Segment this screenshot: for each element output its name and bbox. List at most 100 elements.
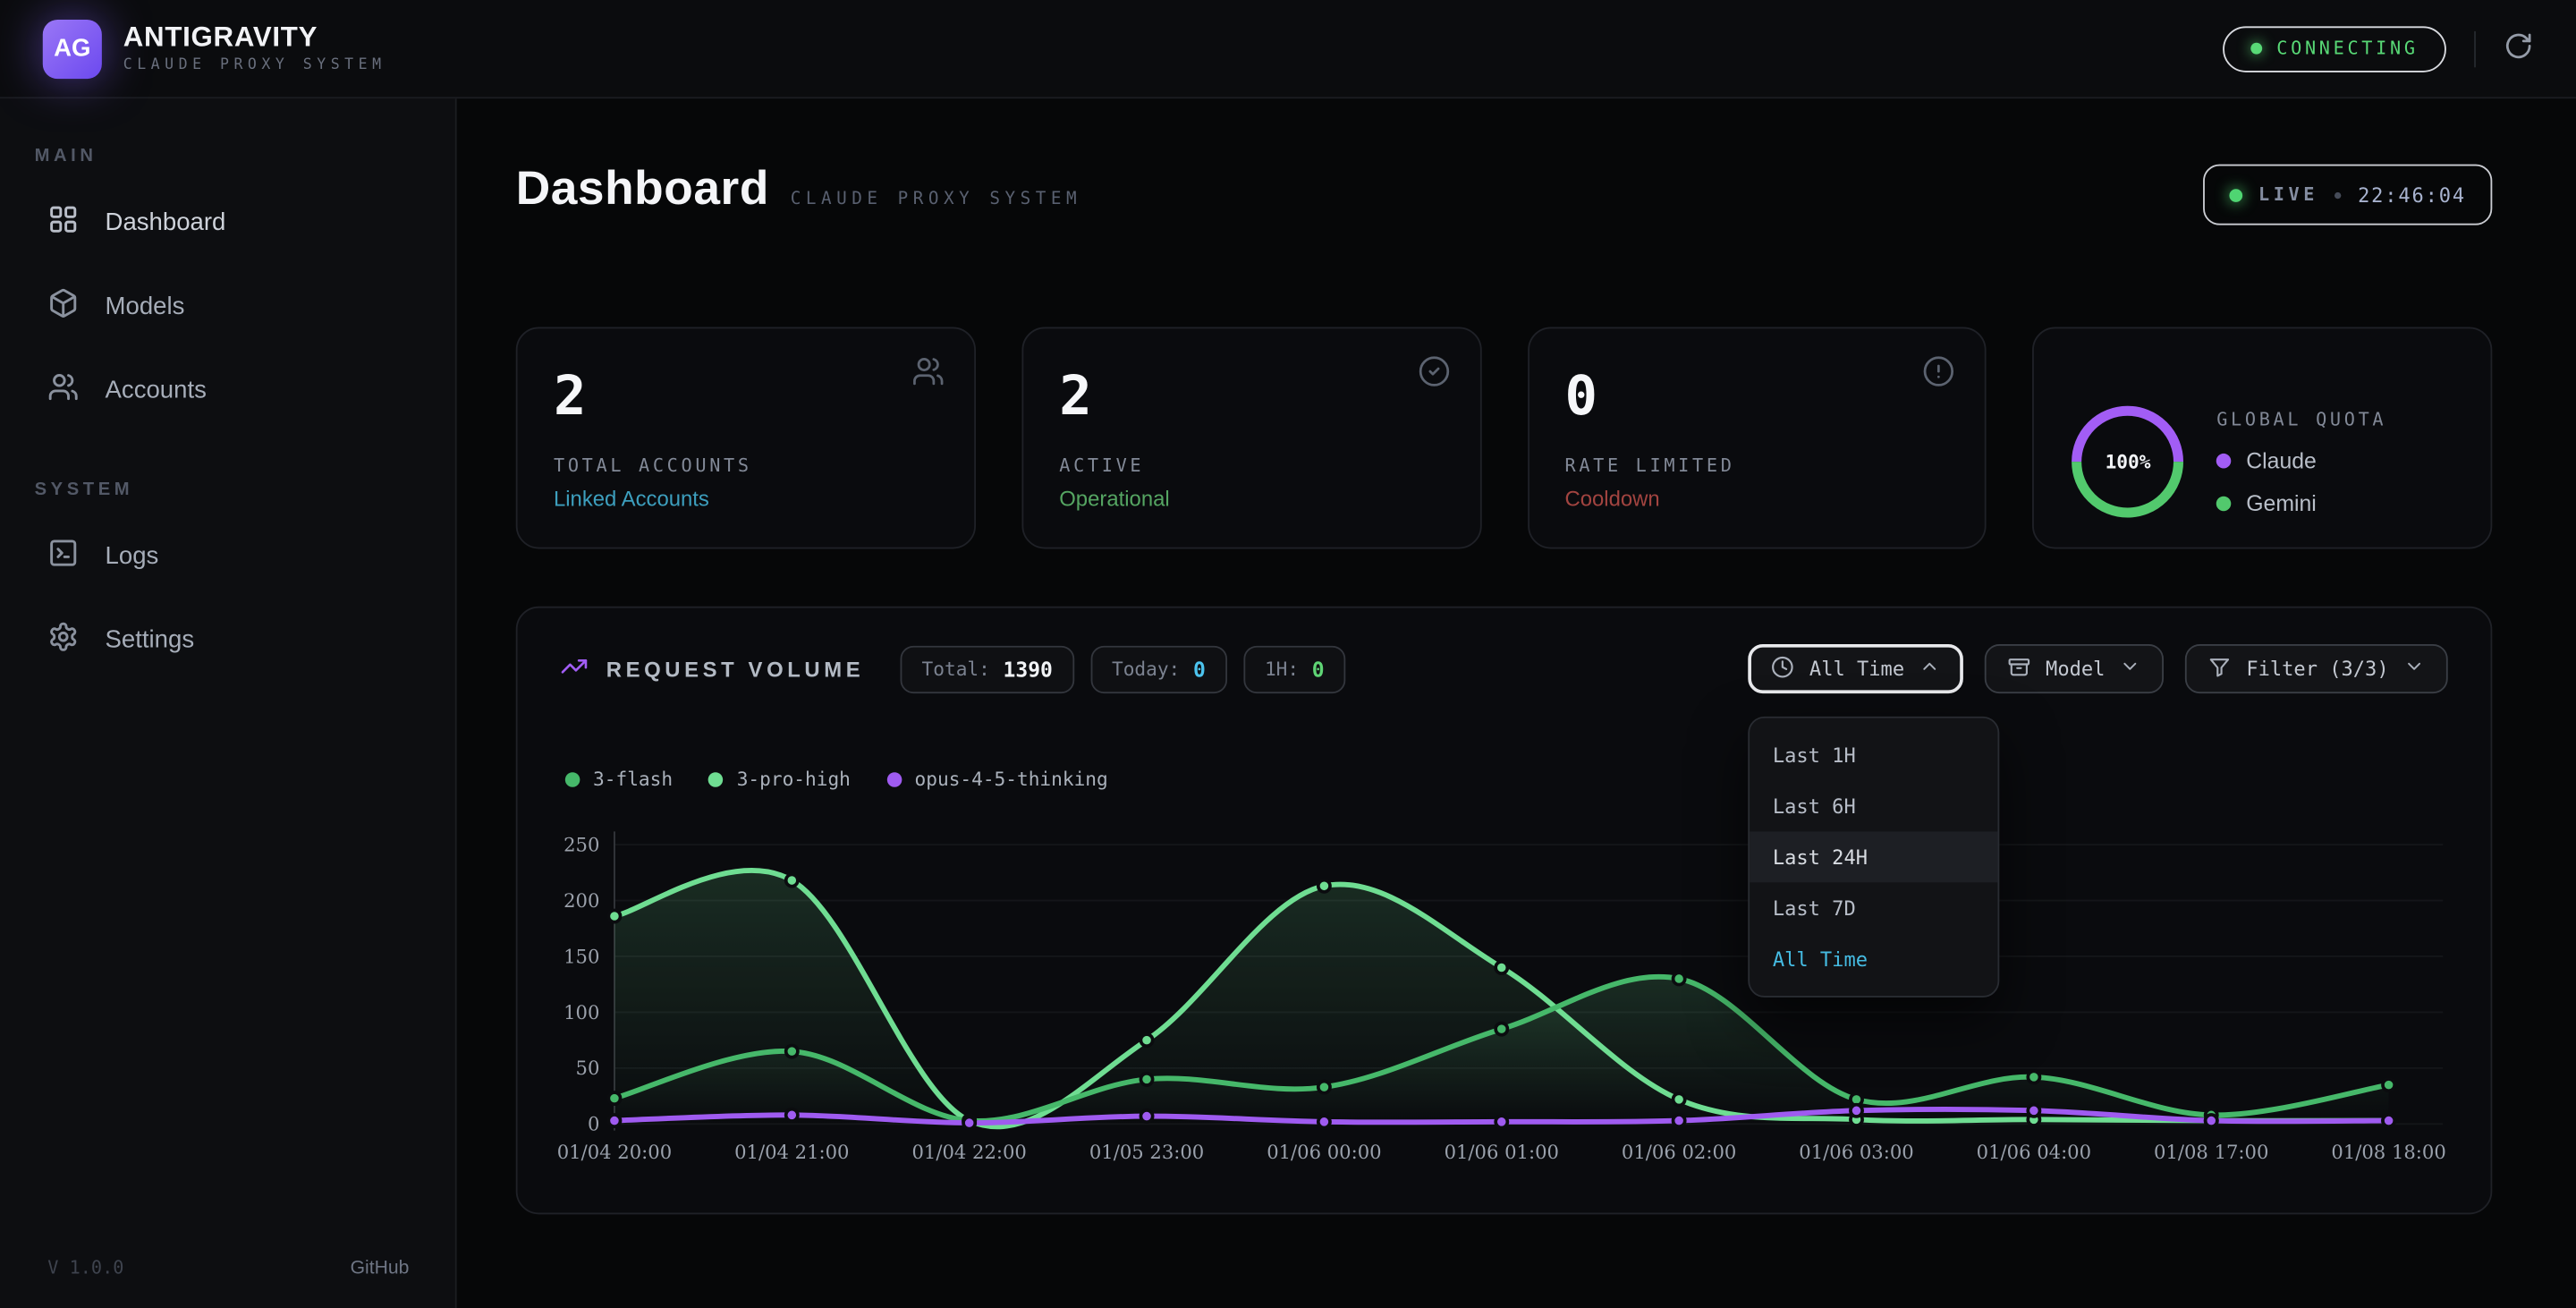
legend-dot-0 [565,771,580,786]
sidebar-item-accounts[interactable]: Accounts [0,348,455,432]
stat-value: 0 [1564,368,1948,422]
stat-value: 2 [554,368,937,422]
trending-up-icon [560,652,588,685]
connection-status-dot [2250,43,2262,55]
menu-item-last-6h[interactable]: Last 6H [1750,780,1997,831]
app-logo: AG [43,19,102,78]
svg-text:0: 0 [588,1113,599,1135]
users-icon [911,355,945,396]
connection-status-label: CONNECTING [2276,38,2418,59]
legend-item-3-flash[interactable]: 3-flash [565,768,673,791]
today-value: 0 [1193,657,1206,682]
quota-provider-claude: Claude [2216,448,2386,473]
one-hour-value: 0 [1312,657,1325,682]
stat-label: TOTAL ACCOUNTS [554,455,937,477]
stat-pills: Total: 1390 Today: 0 1H: 0 [901,645,1346,692]
sidebar: MAIN Dashboard Models [0,98,457,1308]
separator-dot [2334,191,2341,198]
github-link[interactable]: GitHub [351,1258,410,1278]
app: AG ANTIGRAVITY CLAUDE PROXY SYSTEM CONNE… [0,0,2576,1308]
svg-text:200: 200 [564,889,599,912]
sidebar-item-label: Settings [106,626,195,654]
sidebar-item-label: Dashboard [106,208,226,236]
svg-text:01/08 17:00: 01/08 17:00 [2154,1141,2268,1163]
page-subtitle: CLAUDE PROXY SYSTEM [791,189,1081,208]
check-circle-icon [1417,355,1450,396]
chart-legend: 3-flash 3-pro-high opus-4-5-thinking [565,769,2448,789]
clock-icon [1772,655,1795,683]
sidebar-item-dashboard[interactable]: Dashboard [0,181,455,265]
menu-item-last-1h[interactable]: Last 1H [1750,730,1997,781]
sidebar-item-label: Models [106,293,185,320]
sidebar-section-system: SYSTEM [35,480,455,499]
svg-text:100: 100 [564,1001,599,1023]
sidebar-footer: V 1.0.0 GitHub [47,1257,409,1278]
brand: AG ANTIGRAVITY CLAUDE PROXY SYSTEM [43,19,386,78]
model-filter-button[interactable]: Model [1985,644,2164,693]
terminal-icon [47,538,79,575]
sidebar-item-label: Accounts [106,377,207,404]
live-status-badge: LIVE 22:46:04 [2203,165,2493,225]
app-version: V 1.0.0 [47,1257,123,1278]
svg-text:01/04 22:00: 01/04 22:00 [911,1141,1026,1163]
request-volume-panel: REQUEST VOLUME Total: 1390 Today: 0 1H: … [516,607,2493,1215]
cube-icon [47,287,79,325]
menu-item-all-time[interactable]: All Time [1750,933,1997,984]
chevron-up-icon [1919,656,1941,682]
sidebar-item-models[interactable]: Models [0,265,455,349]
chevron-down-icon [2120,656,2141,682]
total-pill: Total: 1390 [901,645,1074,692]
card-rate-limited: 0 RATE LIMITED Cooldown [1527,327,1987,549]
stat-label: RATE LIMITED [1564,455,1948,477]
time-range-button[interactable]: All Time [1749,644,1963,693]
topbar-divider [2474,30,2476,66]
stat-value: 2 [1059,368,1443,422]
live-status-label: LIVE [2258,184,2318,206]
svg-text:01/06 03:00: 01/06 03:00 [1799,1141,1913,1163]
alert-circle-icon [1922,355,1955,396]
today-pill: Today: 0 [1090,645,1227,692]
quota-ring: 100% [2067,400,2189,522]
live-status-dot [2229,188,2242,201]
provider-name: Gemini [2246,491,2317,516]
total-value: 1390 [1004,657,1053,682]
page-title: Dashboard [516,165,769,217]
topbar: AG ANTIGRAVITY CLAUDE PROXY SYSTEM CONNE… [0,0,2576,98]
svg-text:01/04 21:00: 01/04 21:00 [734,1141,849,1163]
legend-item-opus[interactable]: opus-4-5-thinking [886,768,1107,791]
clock: 22:46:04 [2358,183,2466,207]
filter-button[interactable]: Filter (3/3) [2185,644,2447,693]
svg-text:01/04 20:00: 01/04 20:00 [557,1141,672,1163]
panel-title: REQUEST VOLUME [560,652,864,685]
app-tagline: CLAUDE PROXY SYSTEM [123,57,386,73]
svg-text:01/06 00:00: 01/06 00:00 [1267,1141,1381,1163]
sidebar-section-main: MAIN [35,146,455,166]
chevron-down-icon [2403,656,2425,682]
request-volume-chart: 05010015020025001/04 20:0001/04 21:0001/… [560,825,2451,1176]
menu-item-last-24h[interactable]: Last 24H [1750,831,1997,882]
svg-text:01/05 23:00: 01/05 23:00 [1089,1141,1204,1163]
page-header: Dashboard CLAUDE PROXY SYSTEM LIVE 22:46… [516,165,2493,243]
panel-header: REQUEST VOLUME Total: 1390 Today: 0 1H: … [560,644,2447,693]
card-active: 2 ACTIVE Operational [1021,327,1481,549]
card-total-accounts: 2 TOTAL ACCOUNTS Linked Accounts [516,327,976,549]
sidebar-item-logs[interactable]: Logs [0,514,455,599]
sidebar-item-settings[interactable]: Settings [0,599,455,683]
refresh-icon [2504,31,2533,66]
svg-text:150: 150 [564,945,599,967]
menu-item-last-7d[interactable]: Last 7D [1750,882,1997,933]
claude-dot [2216,454,2232,469]
gemini-dot [2216,497,2232,512]
svg-text:250: 250 [564,833,599,855]
refresh-button[interactable] [2504,31,2533,66]
grid-icon [47,204,79,242]
funnel-icon [2208,655,2232,683]
time-range-menu: Last 1H Last 6H Last 24H Last 7D All Tim… [1748,717,1999,998]
legend-item-3-pro-high[interactable]: 3-pro-high [708,768,850,791]
connection-status-badge: CONNECTING [2223,25,2446,71]
provider-name: Claude [2246,448,2317,473]
stat-label: ACTIVE [1059,455,1443,477]
card-global-quota: 100% GLOBAL QUOTA Claude Gemini [2032,327,2492,549]
sidebar-item-label: Logs [106,542,159,570]
box-icon [2008,655,2031,683]
